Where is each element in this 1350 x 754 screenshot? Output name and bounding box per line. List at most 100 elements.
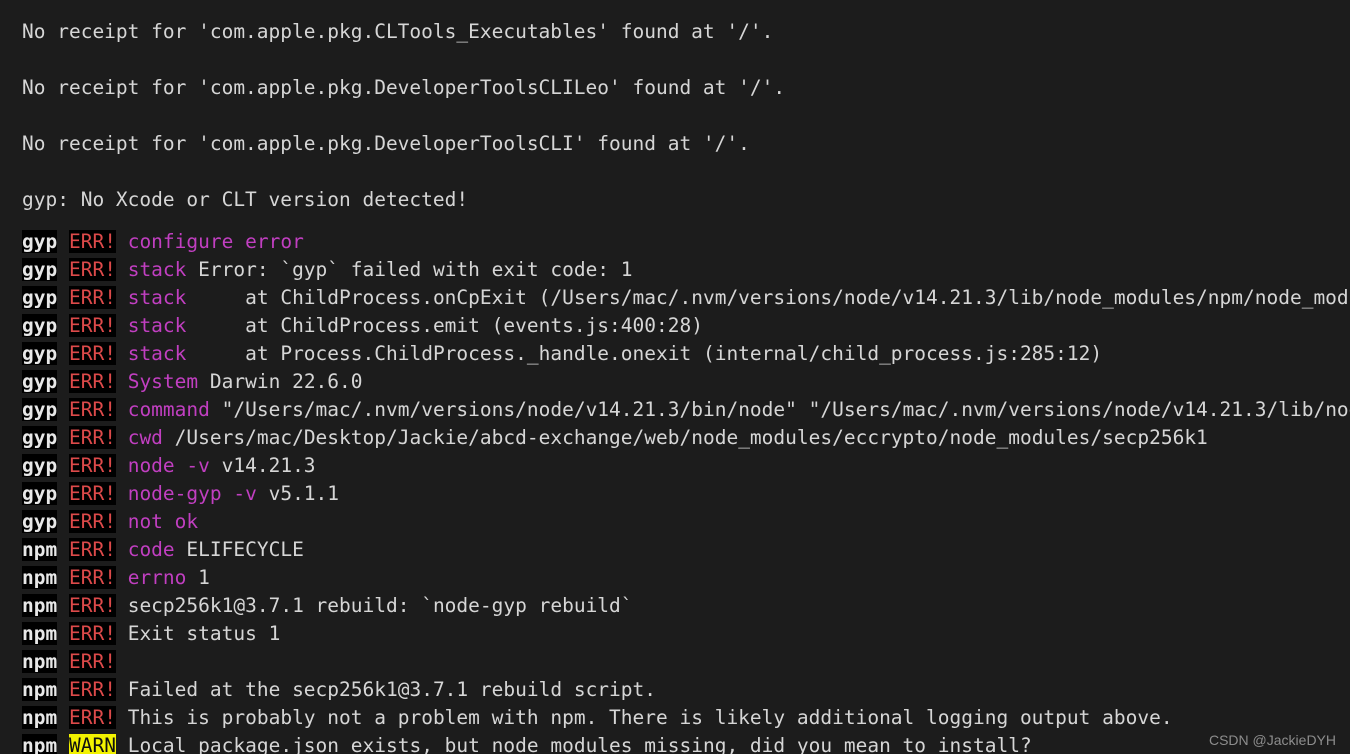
- log-spacer: [57, 424, 69, 452]
- terminal-log-line: npm ERR! This is probably not a problem …: [22, 704, 1350, 732]
- watermark-label: CSDN @JackieDYH: [1208, 732, 1336, 748]
- log-error-tag: ERR!: [68, 482, 116, 505]
- log-channel-prefix: npm: [22, 566, 58, 589]
- log-spacer: [116, 508, 128, 536]
- log-channel-prefix: gyp: [22, 258, 58, 281]
- log-error-tag: ERR!: [68, 426, 116, 449]
- terminal-log-line: gyp ERR! node -v v14.21.3: [22, 452, 1350, 480]
- log-error-tag: ERR!: [68, 342, 116, 365]
- terminal-window[interactable]: No receipt for 'com.apple.pkg.CLTools_Ex…: [0, 0, 1350, 754]
- log-channel-prefix: npm: [22, 594, 58, 617]
- terminal-log-line: npm WARN Local package.json exists, but …: [22, 732, 1350, 754]
- log-error-tag: ERR!: [68, 510, 116, 533]
- log-message: ELIFECYCLE: [174, 538, 304, 561]
- log-message: at Process.ChildProcess._handle.onexit (…: [186, 342, 1103, 365]
- log-error-tag: ERR!: [68, 566, 116, 589]
- log-spacer: [116, 396, 128, 424]
- log-spacer: [116, 452, 128, 480]
- log-spacer: [57, 508, 69, 536]
- log-message: Darwin 22.6.0: [198, 370, 363, 393]
- log-spacer: [116, 424, 128, 452]
- terminal-log-line: gyp ERR! cwd /Users/mac/Desktop/Jackie/a…: [22, 424, 1350, 452]
- log-spacer: [57, 676, 69, 704]
- log-spacer: [116, 480, 128, 508]
- log-spacer: [116, 284, 128, 312]
- terminal-log-line: gyp ERR! stack at Process.ChildProcess._…: [22, 340, 1350, 368]
- log-spacer: [57, 284, 69, 312]
- log-error-tag: ERR!: [68, 594, 116, 617]
- log-channel-prefix: gyp: [22, 370, 58, 393]
- terminal-header-line: No receipt for 'com.apple.pkg.CLTools_Ex…: [22, 20, 774, 43]
- log-spacer: [116, 312, 128, 340]
- log-spacer: [116, 732, 128, 754]
- log-message: Local package.json exists, but node_modu…: [127, 734, 1032, 754]
- log-message: v14.21.3: [209, 454, 316, 477]
- log-error-tag: ERR!: [68, 622, 116, 645]
- log-spacer: [57, 592, 69, 620]
- terminal-log-line: gyp ERR! stack Error: `gyp` failed with …: [22, 256, 1350, 284]
- log-channel-prefix: npm: [22, 706, 58, 729]
- log-spacer: [116, 228, 128, 256]
- log-keyword: stack: [127, 258, 187, 281]
- log-spacer: [57, 368, 69, 396]
- log-channel-prefix: gyp: [22, 286, 58, 309]
- log-channel-prefix: npm: [22, 622, 58, 645]
- log-spacer: [57, 256, 69, 284]
- log-error-tag: ERR!: [68, 314, 116, 337]
- log-error-tag: ERR!: [68, 538, 116, 561]
- log-error-tag: ERR!: [68, 678, 116, 701]
- log-message: at ChildProcess.onCpExit (/Users/mac/.nv…: [245, 286, 1350, 309]
- terminal-header-line: No receipt for 'com.apple.pkg.DeveloperT…: [22, 76, 786, 99]
- log-spacer: [57, 648, 69, 676]
- terminal-log-output: gyp ERR! configure error gyp ERR! stack E…: [22, 228, 1350, 754]
- log-keyword: stack: [127, 286, 187, 309]
- log-spacer: [57, 312, 69, 340]
- log-message: Failed at the secp256k1@3.7.1 rebuild sc…: [127, 678, 657, 701]
- log-keyword: node -v: [127, 454, 210, 477]
- log-message: at ChildProcess.emit (events.js:400:28): [186, 314, 703, 337]
- log-spacer: [57, 704, 69, 732]
- log-error-tag: ERR!: [68, 258, 116, 281]
- terminal-log-line: gyp ERR! node-gyp -v v5.1.1: [22, 480, 1350, 508]
- log-spacer: [116, 704, 128, 732]
- log-spacer: [116, 368, 128, 396]
- log-message: "/Users/mac/.nvm/versions/node/v14.21.3/…: [221, 398, 1350, 421]
- log-error-tag: ERR!: [68, 230, 116, 253]
- log-channel-prefix: gyp: [22, 510, 58, 533]
- log-spacer: [57, 340, 69, 368]
- terminal-log-line: gyp ERR! System Darwin 22.6.0: [22, 368, 1350, 396]
- log-error-tag: ERR!: [68, 370, 116, 393]
- log-message: This is probably not a problem with npm.…: [127, 706, 1173, 729]
- terminal-log-line: npm ERR! errno 1: [22, 564, 1350, 592]
- log-message: Error: `gyp` failed with exit code: 1: [186, 258, 633, 281]
- log-channel-prefix: gyp: [22, 398, 58, 421]
- log-spacer: [116, 676, 128, 704]
- log-spacer: [116, 256, 128, 284]
- log-spacer: [57, 620, 69, 648]
- log-channel-prefix: npm: [22, 650, 58, 673]
- log-spacer: [57, 228, 69, 256]
- terminal-header-line: gyp: No Xcode or CLT version detected!: [22, 188, 469, 211]
- log-keyword: command: [127, 398, 210, 421]
- log-spacer: [57, 480, 69, 508]
- log-keyword: cwd: [127, 426, 163, 449]
- log-channel-prefix: gyp: [22, 230, 58, 253]
- log-spacer: [116, 340, 128, 368]
- log-spacer: [57, 536, 69, 564]
- terminal-header-output: No receipt for 'com.apple.pkg.CLTools_Ex…: [22, 4, 1350, 228]
- log-spacer: [116, 564, 128, 592]
- log-keyword: stack: [127, 342, 187, 365]
- log-keyword: stack: [127, 314, 187, 337]
- log-keyword: not ok: [127, 510, 199, 533]
- log-message: Exit status 1: [127, 622, 281, 645]
- terminal-log-line: gyp ERR! not ok: [22, 508, 1350, 536]
- log-error-tag: ERR!: [68, 454, 116, 477]
- log-channel-prefix: npm: [22, 538, 58, 561]
- log-warn-tag: WARN: [68, 734, 116, 754]
- terminal-header-line: No receipt for 'com.apple.pkg.DeveloperT…: [22, 132, 750, 155]
- log-spacer: [57, 396, 69, 424]
- log-channel-prefix: gyp: [22, 342, 58, 365]
- log-channel-prefix: gyp: [22, 314, 58, 337]
- log-spacer: [116, 536, 128, 564]
- terminal-log-line: gyp ERR! stack at ChildProcess.onCpExit …: [22, 284, 1350, 312]
